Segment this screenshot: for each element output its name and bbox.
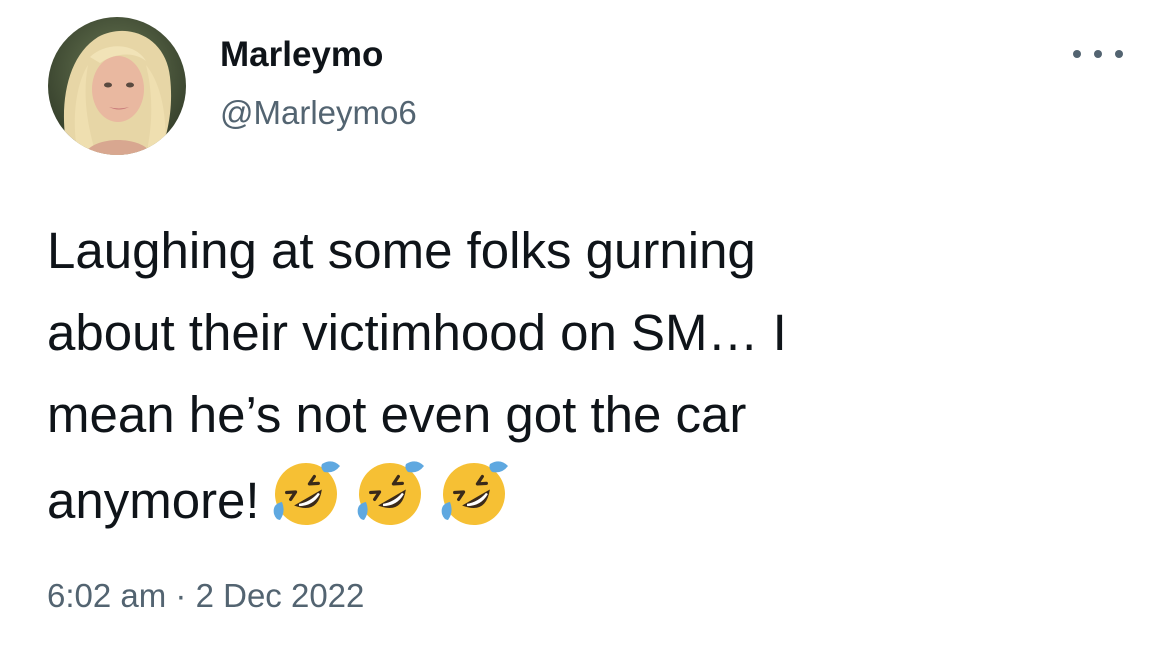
- rolling-on-floor-laughing-icon: [441, 461, 508, 525]
- tweet-line: Laughing at some folks gurning: [47, 222, 756, 279]
- tweet-line: mean he’s not even got the car: [47, 386, 747, 443]
- more-horizontal-icon: [1073, 50, 1081, 58]
- avatar-image: [48, 17, 186, 155]
- rolling-on-floor-laughing-icon: [357, 461, 424, 525]
- emoji-group: [268, 456, 512, 532]
- user-handle[interactable]: @Marleymo6: [220, 92, 417, 134]
- tweet-timestamp[interactable]: 6:02 am · 2 Dec 2022: [47, 575, 364, 617]
- tweet-date[interactable]: 2 Dec 2022: [196, 577, 365, 614]
- tweet-time[interactable]: 6:02 am: [47, 577, 166, 614]
- tweet-line: anymore!: [47, 472, 260, 529]
- more-dot: [1094, 50, 1102, 58]
- tweet-line: about their victimhood on SM… I: [47, 304, 787, 361]
- meta-separator: ·: [175, 577, 187, 614]
- display-name[interactable]: Marleymo: [220, 34, 383, 76]
- tweet-text: Laughing at some folks gurning about the…: [47, 210, 1047, 542]
- tweet-card: Marleymo @Marleymo6 Laughing at some fol…: [0, 0, 1170, 666]
- more-options-button[interactable]: [1073, 44, 1123, 64]
- rolling-on-floor-laughing-icon: [273, 461, 340, 525]
- avatar[interactable]: [48, 17, 186, 155]
- more-dot: [1115, 50, 1123, 58]
